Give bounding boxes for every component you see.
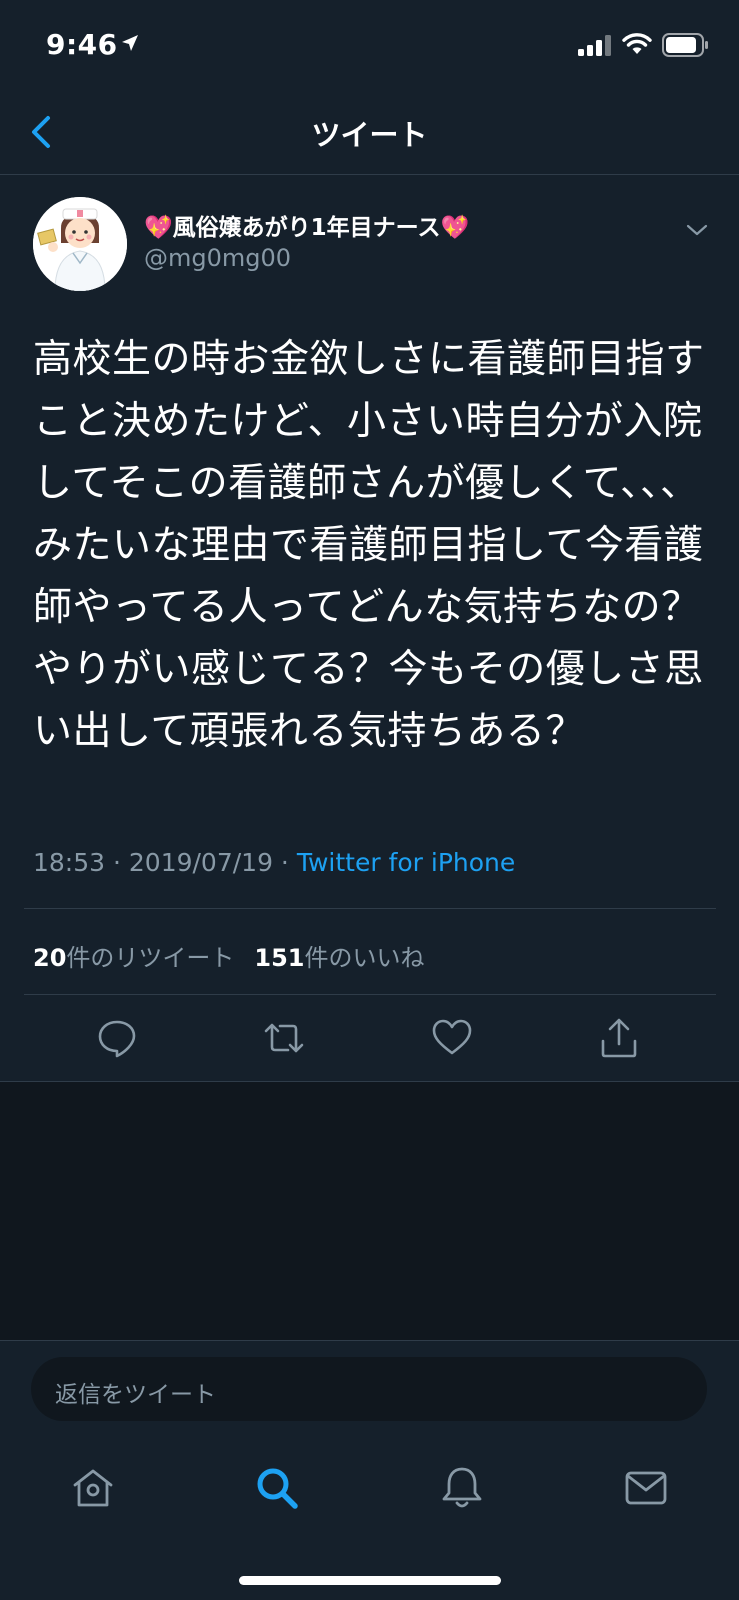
empty-replies-area — [0, 1082, 739, 1340]
retweet-icon — [264, 1023, 304, 1053]
divider — [24, 994, 716, 995]
tweet-meta: 18:53 · 2019/07/19 · Twitter for iPhone — [33, 848, 515, 877]
tab-notifications[interactable] — [438, 1464, 486, 1512]
user-handle[interactable]: @mg0mg00 — [144, 244, 291, 272]
like-label: 件のいいね — [304, 944, 425, 972]
tab-bar — [0, 1440, 739, 1600]
reply-composer: 返信をツイート — [0, 1340, 739, 1421]
wifi-icon — [622, 33, 652, 59]
share-button[interactable] — [597, 1016, 641, 1060]
status-time: 9:46 — [46, 28, 118, 61]
reply-placeholder: 返信をツイート — [55, 1382, 216, 1408]
status-bar: 9:46 — [0, 0, 739, 90]
reply-input[interactable]: 返信をツイート — [31, 1357, 707, 1421]
like-count: 151 — [254, 944, 305, 972]
reply-icon — [98, 1020, 136, 1058]
tab-search[interactable] — [253, 1464, 301, 1512]
nurse-avatar-icon — [33, 197, 127, 291]
tweet-timestamp: 18:53 · 2019/07/19 · — [33, 848, 297, 877]
reply-button[interactable] — [95, 1016, 139, 1060]
share-icon — [601, 1018, 637, 1058]
tweet-stats: 20件のリツイート 151件のいいね — [33, 938, 425, 973]
retweet-button[interactable] — [262, 1016, 306, 1060]
tweet-text: 高校生の時お金欲しさに看護師目指すこと決めたけど、小さい時自分が入院してそこの看… — [33, 337, 705, 754]
tab-home[interactable] — [69, 1464, 117, 1512]
tab-messages[interactable] — [622, 1464, 670, 1512]
divider — [24, 908, 716, 909]
page-title: ツイート — [311, 118, 428, 152]
tweet-menu-button[interactable] — [686, 222, 708, 241]
navigation-bar: ツイート — [0, 90, 739, 175]
home-indicator[interactable] — [239, 1576, 501, 1585]
retweet-label: 件のリツイート — [66, 944, 235, 972]
like-icon — [432, 1019, 472, 1055]
search-icon — [257, 1468, 298, 1509]
likes-stat[interactable]: 151件のいいね — [254, 944, 424, 972]
retweets-stat[interactable]: 20件のリツイート — [33, 944, 234, 972]
home-icon — [73, 1469, 113, 1507]
display-name[interactable]: 💖風俗嬢あがり1年目ナース💖 — [144, 208, 469, 242]
like-button[interactable] — [430, 1016, 474, 1060]
chevron-down-icon — [686, 224, 708, 236]
retweet-count: 20 — [33, 944, 67, 972]
messages-icon — [625, 1471, 667, 1505]
avatar[interactable] — [33, 197, 127, 291]
tweet-source-link[interactable]: Twitter for iPhone — [297, 848, 515, 877]
tweet-detail: 💖風俗嬢あがり1年目ナース💖 @mg0mg00 高校生の時お金欲しさに看護師目指… — [0, 176, 739, 1082]
cellular-signal-icon — [578, 34, 612, 60]
battery-icon — [662, 33, 710, 61]
location-arrow-icon — [120, 33, 140, 57]
notifications-icon — [442, 1467, 482, 1508]
